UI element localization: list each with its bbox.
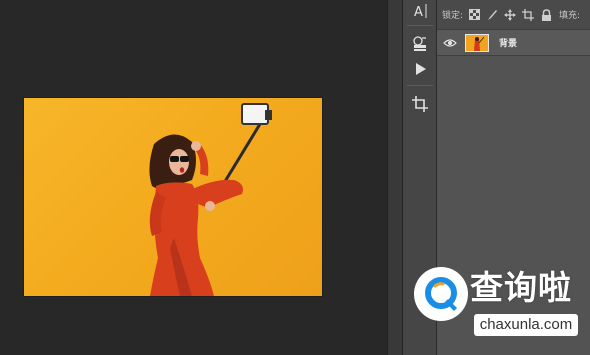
layer-name: 背景 [499, 39, 518, 49]
canvas-area[interactable] [0, 0, 387, 355]
play-actions-icon[interactable] [408, 58, 432, 80]
toolstrip-separator [407, 85, 433, 86]
panel-divider[interactable] [387, 0, 403, 355]
lock-position-icon[interactable] [503, 8, 517, 22]
lock-label: 锁定: [442, 11, 464, 21]
eye-icon[interactable] [441, 30, 459, 56]
fill-label: 填充: [559, 11, 581, 21]
document-image[interactable] [24, 98, 322, 296]
crop-icon[interactable] [408, 93, 432, 115]
magnifier-logo-icon [425, 277, 457, 311]
3d-layers-icon[interactable] [408, 33, 432, 55]
character-panel-icon[interactable]: A [408, 0, 432, 22]
lock-transparent-pixels-icon[interactable] [467, 8, 481, 22]
watermark-title: 查询啦 [470, 268, 572, 307]
svg-text:A: A [414, 5, 423, 20]
watermark-url: chaxunla.com [474, 314, 578, 336]
photo-illustration [149, 103, 272, 296]
lock-artboard-icon[interactable] [521, 8, 535, 22]
lock-image-pixels-icon[interactable] [485, 8, 499, 22]
layer-thumbnail [465, 33, 489, 52]
layer-lock-row: 锁定: 填充: [437, 0, 590, 30]
lock-all-icon[interactable] [539, 8, 553, 22]
layer-row-background[interactable]: 背景 [437, 30, 590, 56]
toolstrip-separator [407, 25, 433, 26]
